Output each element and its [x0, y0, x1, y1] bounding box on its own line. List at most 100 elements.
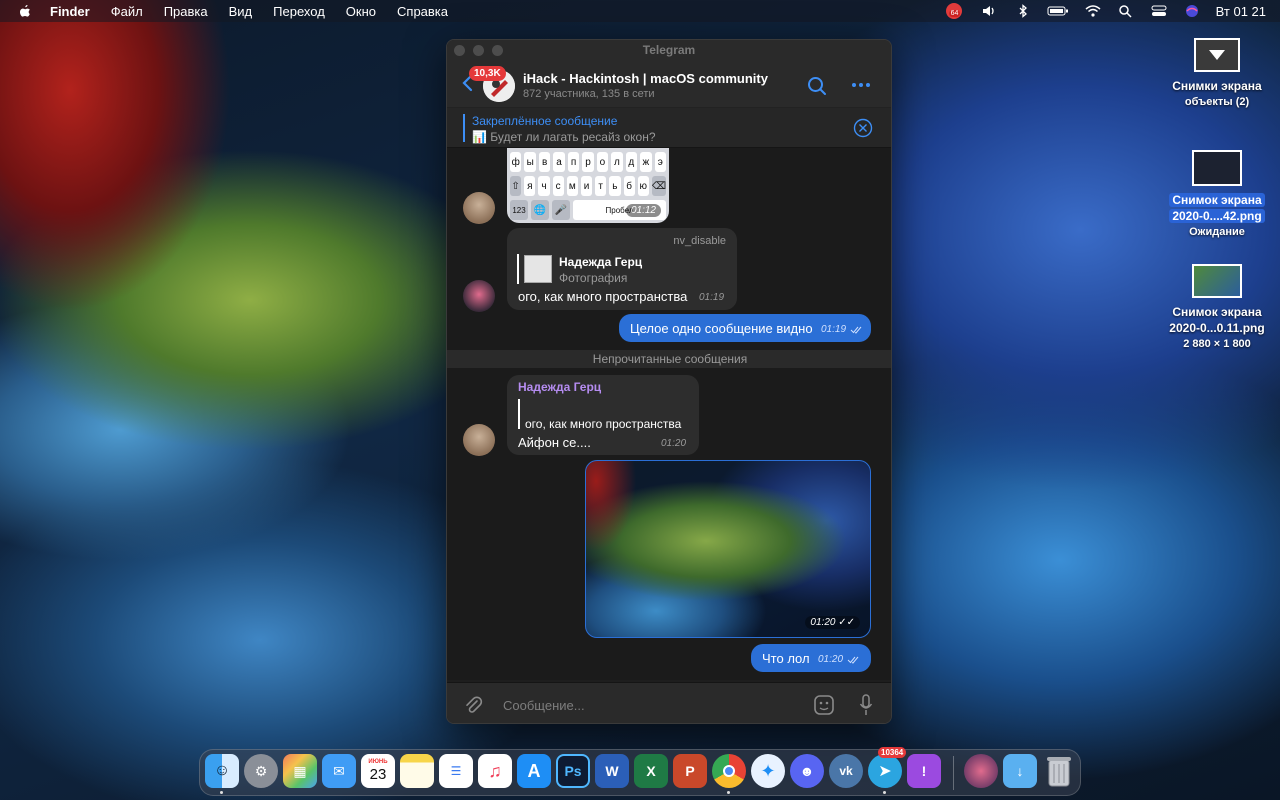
- downloads-folder-icon[interactable]: ↓: [1003, 754, 1037, 788]
- keyboard-key: 🎤: [552, 200, 570, 220]
- search-icon[interactable]: [807, 76, 827, 96]
- keyboard-screenshot-image[interactable]: фывапролджэ ⇧ я ч с м и т ь б ю ⌫ 123 🌐 🎤 Пробел 0…: [507, 148, 669, 223]
- menu-app-name[interactable]: Finder: [50, 4, 90, 19]
- reminders-icon[interactable]: ☰: [439, 754, 473, 788]
- window-title: Telegram: [642, 43, 696, 57]
- message-input[interactable]: [503, 694, 803, 716]
- telegram-badge: 10364: [878, 747, 907, 758]
- mail-icon[interactable]: ✉: [322, 754, 356, 788]
- chat-header: 10,3K iHack - Hackintosh | macOS communi…: [447, 60, 891, 108]
- apple-icon[interactable]: [18, 4, 32, 18]
- photoshop-icon[interactable]: Ps: [556, 754, 590, 788]
- system-preferences-icon[interactable]: ⚙: [244, 754, 278, 788]
- siri-icon[interactable]: [1183, 4, 1201, 18]
- vk-icon[interactable]: vk: [829, 754, 863, 788]
- launchpad-icon[interactable]: ▦: [283, 754, 317, 788]
- desktop-file-screenshot-1[interactable]: Снимок экрана 2020-0....42.png Ожидание: [1162, 150, 1272, 240]
- sticker-emoji-icon[interactable]: [813, 694, 835, 716]
- reply-bar: [517, 254, 519, 284]
- attach-icon[interactable]: [463, 695, 483, 715]
- dock-separator: [953, 756, 954, 790]
- message-text: Что лол: [762, 651, 810, 666]
- sender-avatar[interactable]: [463, 280, 495, 312]
- menu-view[interactable]: Вид: [229, 4, 253, 19]
- more-options-icon[interactable]: [851, 82, 871, 88]
- keyboard-key: м: [566, 176, 578, 196]
- pinned-text-content: Будет ли лагать ресайз окон?: [490, 130, 656, 144]
- running-indicator: [220, 791, 223, 794]
- quote-bar: [518, 399, 520, 429]
- keyboard-key: ы: [524, 152, 536, 172]
- close-pinned-icon[interactable]: [853, 118, 873, 138]
- trash-icon[interactable]: [1042, 754, 1076, 788]
- desktop-icon-label: Снимок экрана: [1172, 305, 1262, 319]
- desktop-icon-label: Снимок экрана: [1169, 193, 1265, 207]
- chrome-icon[interactable]: [712, 754, 746, 788]
- pinned-message-bar[interactable]: Закреплённое сообщение 📊 Будет ли лагать…: [447, 108, 891, 148]
- battery-icon[interactable]: [1047, 4, 1069, 18]
- finder-icon[interactable]: ☺: [205, 754, 239, 788]
- music-icon[interactable]: ♫: [478, 754, 512, 788]
- keyboard-key: р: [582, 152, 594, 172]
- discord-icon[interactable]: ☻: [790, 754, 824, 788]
- message-author[interactable]: Надежда Герц: [518, 380, 601, 394]
- keyboard-key: ж: [640, 152, 652, 172]
- safari-icon[interactable]: ✦: [751, 754, 785, 788]
- keyboard-key: л: [611, 152, 623, 172]
- message-bubble-incoming[interactable]: nv_disable Надежда Герц Фотография ого, …: [507, 228, 737, 310]
- chat-title[interactable]: iHack - Hackintosh | macOS community: [523, 71, 768, 86]
- running-indicator: [883, 791, 886, 794]
- menubar-clock[interactable]: Вт 01 21: [1216, 4, 1266, 19]
- desktop-icon-status: Ожидание: [1189, 226, 1245, 238]
- notification-app-icon[interactable]: 64: [945, 3, 966, 19]
- keyboard-key: ю: [637, 176, 649, 196]
- keyboard-key: я: [524, 176, 536, 196]
- calendar-icon[interactable]: ИЮНЬ 23: [361, 754, 395, 788]
- app-store-icon[interactable]: A: [517, 754, 551, 788]
- message-time: 01:19: [699, 292, 725, 303]
- volume-icon[interactable]: [981, 4, 999, 18]
- photo-message[interactable]: 01:20 ✓✓: [585, 460, 871, 638]
- keyboard-key: п: [567, 152, 580, 172]
- desktop-icon-sublabel: 2020-0....42.png: [1169, 209, 1265, 223]
- sender-avatar[interactable]: [463, 192, 495, 224]
- word-icon[interactable]: W: [595, 754, 629, 788]
- sender-avatar[interactable]: [463, 424, 495, 456]
- telegram-icon[interactable]: ➤: [868, 754, 902, 788]
- desktop-file-screenshot-2[interactable]: Снимок экрана 2020-0...0.11.png 2 880 × …: [1162, 264, 1272, 352]
- message-list[interactable]: фывапролджэ ⇧ я ч с м и т ь б ю ⌫ 123 🌐 🎤 Пробел 0…: [447, 148, 891, 680]
- wifi-icon[interactable]: [1084, 4, 1102, 18]
- chart-emoji-icon: 📊: [472, 130, 487, 144]
- message-bubble-incoming[interactable]: Надежда Герц ого, как много пространства…: [507, 375, 699, 455]
- keyboard-key: ⇧: [510, 176, 522, 196]
- feedback-icon[interactable]: !: [907, 754, 941, 788]
- menu-go[interactable]: Переход: [273, 4, 325, 19]
- powerpoint-label: P: [685, 763, 695, 779]
- stack-icon: [1194, 38, 1240, 72]
- avatar-app-icon[interactable]: [964, 754, 998, 788]
- pinned-title: Закреплённое сообщение: [472, 114, 618, 128]
- powerpoint-icon[interactable]: P: [673, 754, 707, 788]
- control-center-icon[interactable]: [1150, 4, 1168, 18]
- message-time: 01:19: [821, 324, 847, 335]
- window-titlebar[interactable]: Telegram: [447, 40, 891, 60]
- keyboard-key: б: [623, 176, 635, 196]
- spotlight-search-icon[interactable]: [1117, 4, 1135, 18]
- message-bubble-outgoing[interactable]: Что лол 01:20: [751, 644, 871, 672]
- desktop-icon-dimensions: 2 880 × 1 800: [1183, 338, 1251, 350]
- photoshop-label: Ps: [564, 763, 582, 779]
- menu-edit[interactable]: Правка: [164, 4, 208, 19]
- message-bubble-outgoing[interactable]: Целое одно сообщение видно 01:19: [619, 314, 871, 342]
- notes-icon[interactable]: [400, 754, 434, 788]
- forwarded-from[interactable]: nv_disable: [673, 235, 726, 247]
- bluetooth-icon[interactable]: [1014, 4, 1032, 18]
- message-text: ого, как много пространства: [518, 289, 688, 304]
- menu-help[interactable]: Справка: [397, 4, 448, 19]
- menu-window[interactable]: Окно: [346, 4, 376, 19]
- message-time: 01:20: [818, 654, 844, 665]
- menu-file[interactable]: Файл: [111, 4, 143, 19]
- keyboard-key: а: [553, 152, 565, 172]
- microphone-icon[interactable]: [859, 694, 873, 716]
- desktop-folder-screenshots[interactable]: Снимки экрана объекты (2): [1162, 38, 1272, 110]
- excel-icon[interactable]: X: [634, 754, 668, 788]
